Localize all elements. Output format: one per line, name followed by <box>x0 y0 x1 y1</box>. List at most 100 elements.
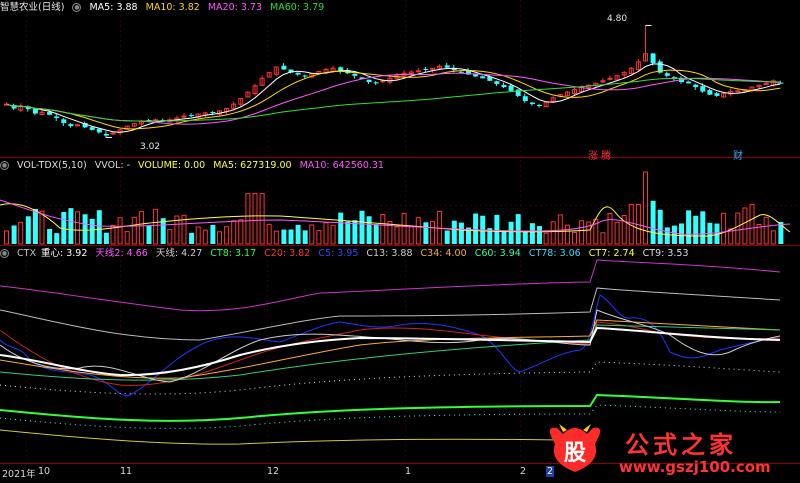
volume-bar-up <box>770 230 776 245</box>
candle-body-down <box>693 84 699 88</box>
volume-bar-down <box>366 216 372 244</box>
volume-info-icon[interactable]: ● <box>0 161 9 170</box>
ctx-ct7: CT7: 2.74 <box>588 248 635 259</box>
candle-body-down <box>508 85 514 91</box>
volume-bar-up <box>75 211 80 245</box>
volume-bar-down <box>664 227 670 244</box>
volume-bar-down <box>515 214 521 244</box>
vol-indicator-name: VOL-TDX(5,10) <box>17 160 87 171</box>
volume-bar-up <box>124 231 130 245</box>
ma20-label: MA20: 3.73 <box>207 2 263 13</box>
volume-bar-down <box>146 225 152 244</box>
volume-bar-up <box>195 226 201 245</box>
volume-bar-up <box>401 213 407 245</box>
candle-body-down <box>89 127 95 130</box>
volume-bar-down <box>373 224 379 244</box>
candle-body-down <box>295 72 301 75</box>
volume-bar-up <box>238 219 244 245</box>
volume-bar-up <box>4 230 9 245</box>
volume-panel-header: ● VOL-TDX(5,10) VVOL: - VOLUME: 0.00 MA5… <box>0 159 389 172</box>
volume-bar-up <box>742 207 748 245</box>
vvol-label: VVOL: - <box>94 160 130 171</box>
volume-bar-down <box>423 222 429 244</box>
ctx-c13: C13: 3.88 <box>366 248 413 259</box>
volume-bar-up <box>643 171 648 245</box>
signal-tag-finance: 财 <box>733 151 743 162</box>
candle-body-down <box>501 84 507 88</box>
candle-body-down <box>423 68 429 70</box>
volume-bar-down <box>686 210 692 244</box>
volume-bar-up <box>138 211 144 245</box>
volume-bar-up <box>316 230 322 245</box>
ctx-ct9: CT9: 3.53 <box>642 248 689 259</box>
info-icon[interactable]: ● <box>72 3 82 12</box>
ctx-ct7-line <box>0 429 561 445</box>
x-label-oct: 10 <box>38 466 51 477</box>
candle-body-down <box>458 71 464 73</box>
volume-bar-down <box>650 200 656 244</box>
volume-bar-up <box>380 214 386 245</box>
volume-bar-up <box>430 221 435 245</box>
ctx-ct78: CT78: 3.06 <box>528 248 581 259</box>
volume-bar-down <box>210 224 216 244</box>
ma20-line <box>6 72 781 125</box>
ctx-zhongxin: 重心: 3.92 <box>41 248 88 259</box>
volume-bar-up <box>721 212 727 245</box>
candle-body-down <box>61 119 67 123</box>
volume-bar-down <box>96 210 102 244</box>
candle-body-down <box>444 65 450 68</box>
candle-body-down <box>352 73 358 76</box>
watermark-url: www.gszj100.com <box>619 458 771 476</box>
volume-bar-down <box>501 230 507 244</box>
candle-body-down <box>54 116 60 118</box>
x-label-nov: 11 <box>120 466 133 477</box>
volume-bar-down <box>288 229 294 244</box>
ma60-label: MA60: 3.79 <box>270 2 325 13</box>
volume-bar-up <box>600 232 606 245</box>
volume-bar-up <box>309 224 315 245</box>
watermark-title: 公式之家 <box>625 431 737 459</box>
volume-bar-up <box>153 208 159 245</box>
volume-bar-down <box>537 226 542 244</box>
volume-bar-up <box>394 226 400 245</box>
volume-bar-down <box>458 222 464 244</box>
volume-bar-up <box>408 226 414 245</box>
candle-body-down <box>68 124 74 127</box>
volume-bar-up <box>415 217 421 245</box>
stock-title: 智慧农业(日线) <box>0 2 65 13</box>
ctx-c60: C60: 3.94 <box>474 248 521 259</box>
volume-bar-up <box>39 210 45 245</box>
candle-body-down <box>47 112 53 115</box>
low-price-label: 3.02 <box>140 142 161 152</box>
ma10-label: MA10: 3.82 <box>145 2 200 13</box>
volume-bar-down <box>508 221 514 244</box>
candle-body-down <box>366 79 372 83</box>
ctx-ct9-dotted <box>0 361 781 395</box>
ctx-info-icon[interactable]: ● <box>0 249 9 258</box>
volume-bar-down <box>103 232 109 244</box>
candle-body-down <box>707 90 713 95</box>
candle-body-down <box>281 65 287 70</box>
ctx-c13-line <box>0 309 781 383</box>
ctx-name: CTX <box>17 248 36 259</box>
x-label-feb: 2 <box>520 466 527 477</box>
ctx-ct8: CT8: 3.17 <box>210 248 257 259</box>
volume-bar-down <box>693 215 699 244</box>
candle-body-down <box>686 81 692 84</box>
ctx-tianxian: 天线: 4.27 <box>155 248 203 259</box>
candle-body-down <box>522 96 528 101</box>
candle-body-down <box>96 128 102 133</box>
candle-body-up <box>380 80 386 83</box>
price-panel-header: 智慧农业(日线) ● MA5: 3.88 MA10: 3.82 MA20: 3.… <box>0 1 329 14</box>
volume-bar-up <box>224 226 230 245</box>
volume-bar-up <box>245 193 251 245</box>
volume-bar-down <box>473 213 479 244</box>
x-label-jan: 1 <box>405 466 412 477</box>
ctx-panel-header: ● CTX 重心: 3.92 天线2: 4.66 天线: 4.27 CT8: 3… <box>0 247 694 260</box>
candle-body-up <box>181 115 187 118</box>
chart-stage <box>0 0 800 480</box>
signal-tag-up: 涨 腾 <box>588 151 612 162</box>
volume-bar-up <box>231 220 237 245</box>
volume-bar-down <box>281 229 287 244</box>
volume-bar-down <box>451 220 457 244</box>
